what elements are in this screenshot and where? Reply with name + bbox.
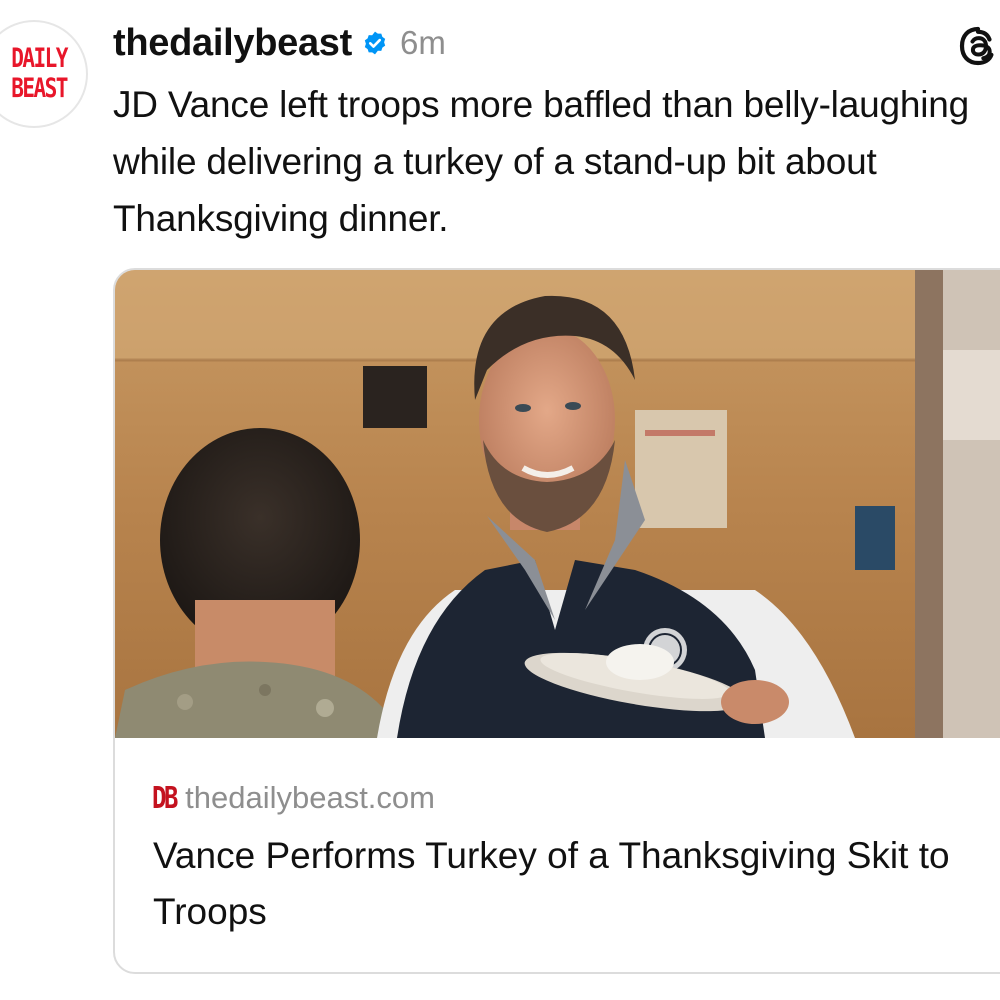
post-timestamp: 6m (399, 24, 446, 61)
link-domain: thedailybeast.com (185, 780, 435, 815)
avatar-text-daily: DAILY (11, 43, 69, 74)
link-title: Vance Performs Turkey of a Thanksgiving … (153, 835, 950, 932)
link-preview-card[interactable]: DB thedailybeast.com Vance Performs Turk… (113, 268, 1000, 974)
thread-post: DAILY BEAST thedailybeast 6m JD Vance le… (0, 0, 1000, 1000)
source-logo: DB (152, 780, 179, 816)
post-caption: JD Vance left troops more baffled than b… (113, 84, 969, 239)
avatar[interactable]: DAILY BEAST (0, 20, 88, 128)
threads-icon[interactable] (956, 24, 1000, 68)
username[interactable]: thedailybeast (113, 22, 352, 65)
verified-badge-icon (362, 30, 388, 56)
avatar-text-beast: BEAST (11, 73, 69, 104)
link-source: DB thedailybeast.com (152, 780, 435, 816)
article-photo (115, 270, 1000, 738)
post-header: thedailybeast 6m (113, 18, 446, 68)
